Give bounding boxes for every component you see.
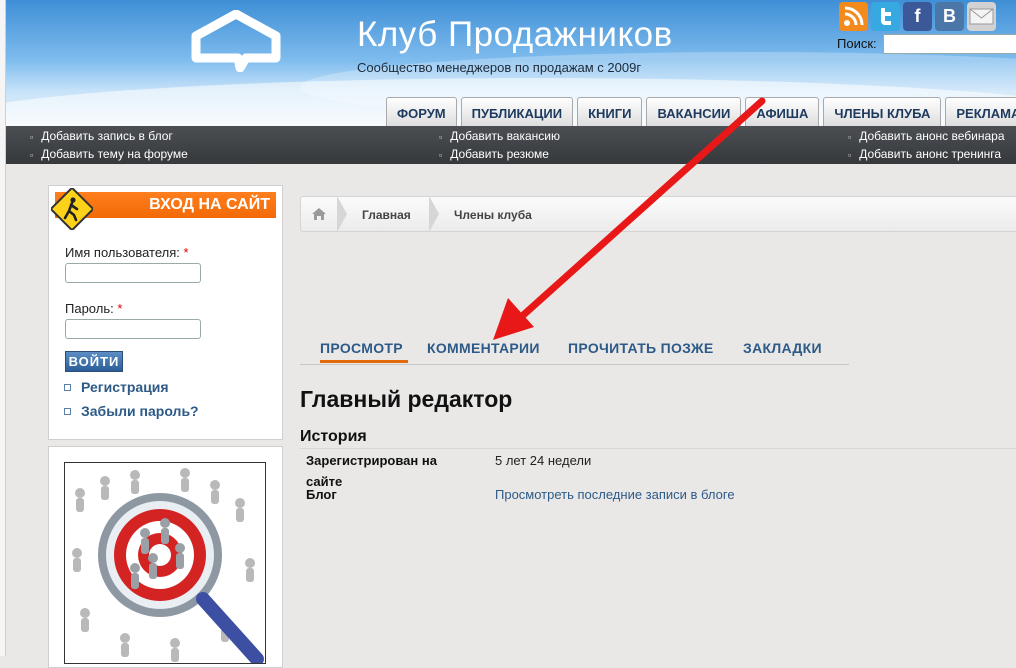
vkontakte-icon[interactable]: B — [935, 2, 964, 31]
nav-tab-vacancies[interactable]: ВАКАНСИИ — [646, 97, 742, 126]
register-link[interactable]: Регистрация — [64, 379, 169, 395]
username-field[interactable] — [65, 263, 201, 283]
site-subtitle: Сообщество менеджеров по продажам с 2009… — [357, 60, 642, 75]
quick-link-add-training[interactable]: Добавить анонс тренинга — [848, 147, 1001, 161]
main-nav: ФОРУМ ПУБЛИКАЦИИ КНИГИ ВАКАНСИИ АФИША ЧЛ… — [386, 97, 1016, 126]
breadcrumb-home-link[interactable]: Главная — [362, 208, 411, 222]
breadcrumb-separator — [429, 196, 439, 232]
window-left-edge — [0, 0, 6, 656]
facebook-icon[interactable]: f — [903, 2, 932, 31]
social-icons: f B — [839, 2, 996, 31]
quick-link-add-vacancy[interactable]: Добавить вакансию — [439, 129, 560, 143]
quick-link-add-forum-topic[interactable]: Добавить тему на форуме — [30, 147, 188, 161]
site-title[interactable]: Клуб Продажников — [357, 15, 673, 55]
active-tab-indicator — [320, 360, 408, 363]
section-title: История — [300, 428, 367, 445]
quick-link-add-webinar[interactable]: Добавить анонс вебинара — [848, 129, 1004, 143]
home-icon[interactable] — [311, 207, 327, 221]
nav-tab-members[interactable]: ЧЛЕНЫ КЛУБА — [823, 97, 942, 126]
breadcrumb-separator — [337, 196, 347, 232]
registered-value: 5 лет 24 недели — [495, 453, 592, 468]
quick-link-add-blog[interactable]: Добавить запись в блог — [30, 129, 173, 143]
breadcrumb-current: Члены клуба — [454, 208, 532, 222]
tab-view[interactable]: ПРОСМОТР — [320, 340, 403, 356]
login-header: ВХОД НА САЙТ — [51, 188, 276, 230]
quick-links-bar: Добавить запись в блог Добавить тему на … — [0, 126, 1016, 164]
nav-tab-publications[interactable]: ПУБЛИКАЦИИ — [460, 97, 574, 126]
forgot-password-link[interactable]: Забыли пароль? — [64, 403, 199, 419]
nav-tab-advertising[interactable]: РЕКЛАМА — [945, 97, 1016, 126]
site-logo-icon[interactable] — [190, 10, 282, 72]
quick-link-add-resume[interactable]: Добавить резюме — [439, 147, 549, 161]
sidebar-banner-box — [48, 446, 283, 668]
search-label: Поиск: — [837, 36, 877, 51]
blog-label: Блог — [306, 487, 337, 502]
nav-tab-events[interactable]: АФИША — [745, 97, 820, 126]
tab-read-later[interactable]: ПРОЧИТАТЬ ПОЗЖЕ — [568, 340, 713, 356]
search-input[interactable] — [883, 34, 1016, 54]
sidebar-banner-image[interactable] — [64, 462, 266, 664]
site-header: Клуб Продажников Сообщество менеджеров п… — [0, 0, 1016, 126]
twitter-icon[interactable] — [871, 2, 900, 31]
nav-tab-forum[interactable]: ФОРУМ — [386, 97, 457, 126]
nav-tab-books[interactable]: КНИГИ — [577, 97, 643, 126]
login-box: ВХОД НА САЙТ Имя пользователя: * Пароль:… — [48, 185, 283, 440]
rss-icon[interactable] — [839, 2, 868, 31]
tab-bookmarks[interactable]: ЗАКЛАДКИ — [743, 340, 822, 356]
login-button[interactable]: ВОЙТИ — [65, 351, 123, 372]
password-field[interactable] — [65, 319, 201, 339]
login-title: ВХОД НА САЙТ — [149, 196, 270, 213]
password-label: Пароль: * — [65, 301, 123, 316]
profile-tabs: ПРОСМОТР КОММЕНТАРИИ ПРОЧИТАТЬ ПОЗЖЕ ЗАК… — [300, 340, 849, 365]
tab-comments[interactable]: КОММЕНТАРИИ — [427, 340, 540, 356]
breadcrumb: Главная Члены клуба — [300, 196, 1016, 232]
username-label: Имя пользователя: * — [65, 245, 189, 260]
blog-link[interactable]: Просмотреть последние записи в блоге — [495, 487, 735, 502]
mail-icon[interactable] — [967, 2, 996, 31]
section-divider — [300, 448, 1016, 449]
pedestrian-sign-icon — [51, 188, 93, 230]
magnifier-target-crowd-icon — [72, 468, 264, 663]
page-title: Главный редактор — [300, 386, 513, 412]
